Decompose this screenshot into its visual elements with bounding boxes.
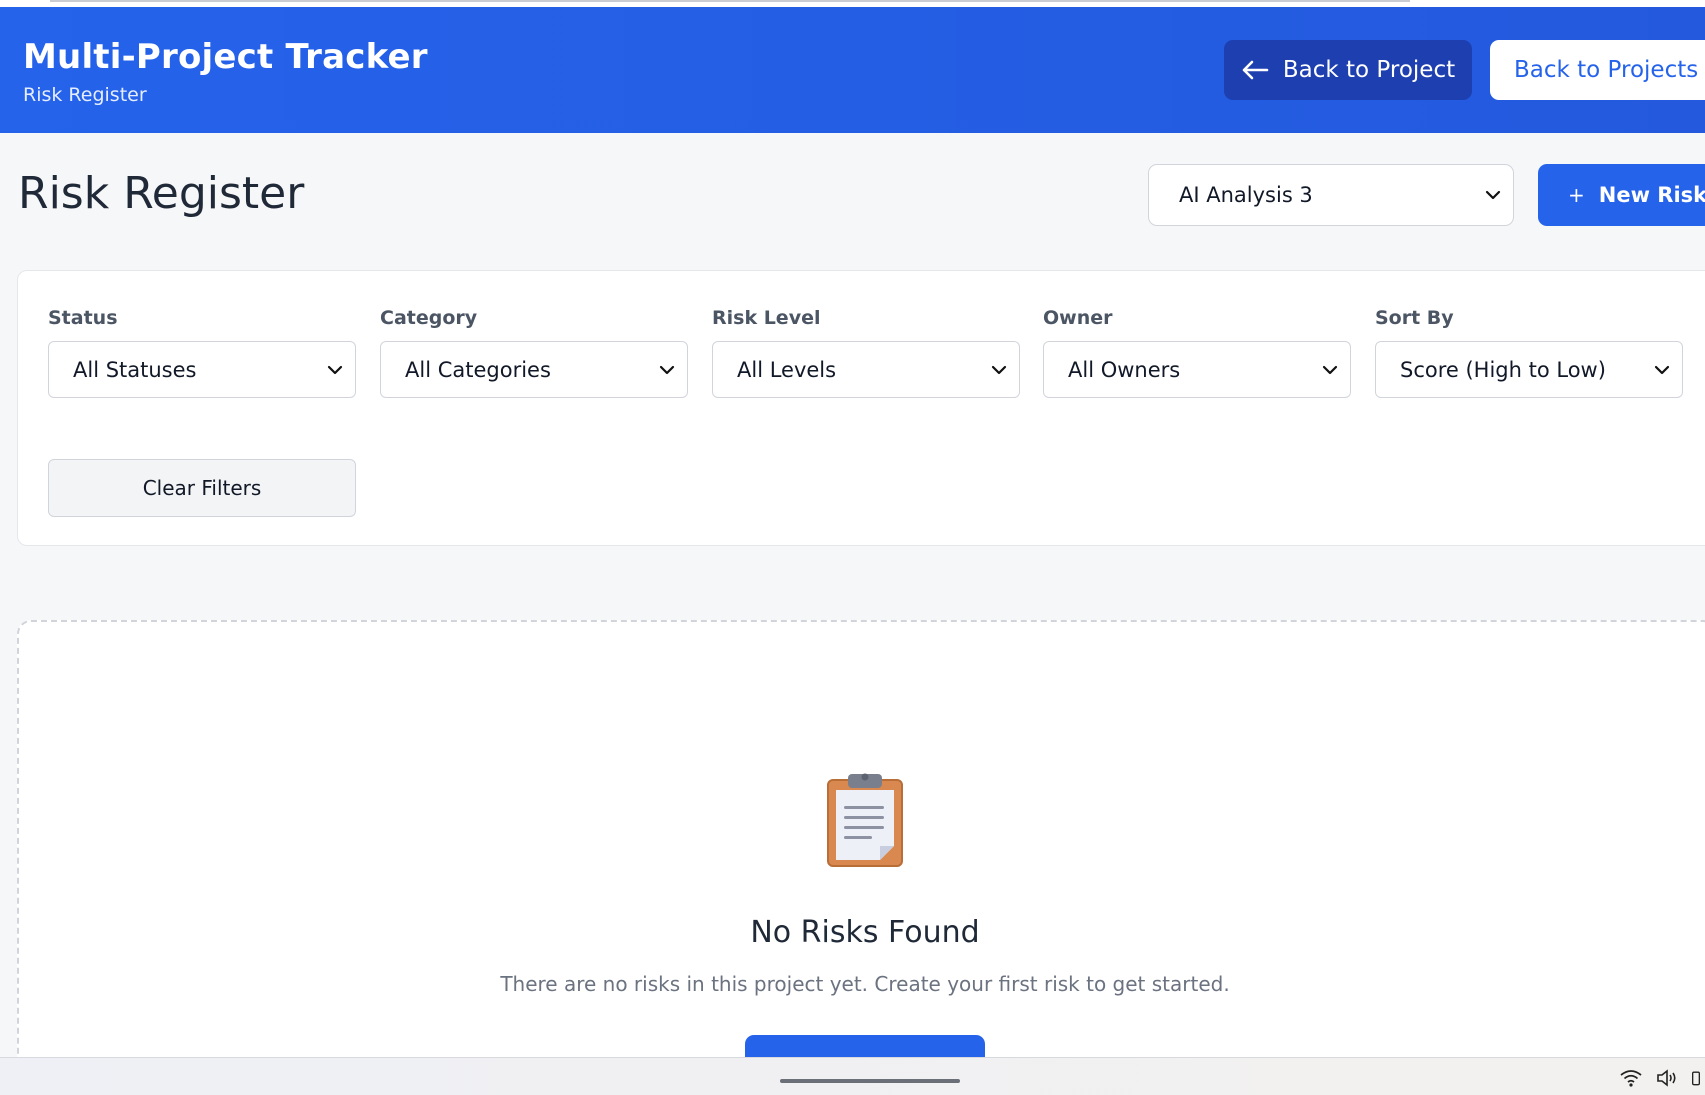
speaker-icon[interactable] [1655, 1068, 1679, 1088]
owner-filter: Owner All Owners [1043, 307, 1351, 398]
category-select-value: All Categories [405, 357, 551, 382]
sort-by-filter: Sort By Score (High to Low) [1375, 307, 1683, 398]
category-select[interactable]: All Categories [380, 341, 688, 398]
browser-top-edge [0, 0, 1705, 7]
arrow-left-icon [1242, 60, 1269, 80]
risk-level-select[interactable]: All Levels [712, 341, 1020, 398]
chevron-down-icon [327, 365, 343, 374]
chevron-down-icon [659, 365, 675, 374]
plus-icon: + [1568, 183, 1585, 207]
os-taskbar [0, 1057, 1705, 1095]
battery-icon[interactable] [1691, 1068, 1701, 1088]
category-filter-label: Category [380, 307, 478, 329]
chevron-down-icon [1654, 365, 1670, 374]
category-filter: Category All Categories [380, 307, 688, 398]
owner-select-value: All Owners [1068, 357, 1181, 382]
back-to-project-button[interactable]: Back to Project [1224, 40, 1472, 100]
empty-state-title: No Risks Found [750, 915, 980, 950]
new-risk-button[interactable]: + New Risk [1538, 164, 1705, 226]
sort-by-filter-label: Sort By [1375, 307, 1454, 329]
status-filter: Status All Statuses [48, 307, 356, 398]
wifi-icon[interactable] [1619, 1068, 1643, 1088]
home-indicator[interactable] [780, 1079, 960, 1083]
project-select[interactable]: AI Analysis 3 [1148, 164, 1514, 226]
back-to-projects-label: Back to Projects [1514, 57, 1699, 83]
status-select[interactable]: All Statuses [48, 341, 356, 398]
back-to-project-label: Back to Project [1282, 57, 1456, 83]
risk-level-filter-label: Risk Level [712, 307, 821, 329]
owner-filter-label: Owner [1043, 307, 1113, 329]
risk-level-filter: Risk Level All Levels [712, 307, 1020, 398]
status-filter-label: Status [48, 307, 118, 329]
new-risk-label: New Risk [1598, 183, 1705, 207]
risk-level-select-value: All Levels [737, 357, 837, 382]
owner-select[interactable]: All Owners [1043, 341, 1351, 398]
system-tray [1619, 1068, 1701, 1088]
clipboard-icon [827, 773, 903, 867]
sort-by-select-value: Score (High to Low) [1400, 357, 1606, 382]
app-header: Multi-Project Tracker Risk Register Back… [0, 7, 1705, 133]
clear-filters-button[interactable]: Clear Filters [48, 459, 356, 517]
back-to-projects-button[interactable]: Back to Projects [1490, 40, 1705, 100]
app-title: Multi-Project Tracker [23, 37, 428, 77]
project-select-value: AI Analysis 3 [1179, 183, 1313, 207]
chevron-down-icon [991, 365, 1007, 374]
chevron-down-icon [1485, 190, 1501, 200]
filters-panel: Status All Statuses Category All Categor… [17, 270, 1705, 546]
app-subtitle: Risk Register [23, 84, 147, 106]
sort-by-select[interactable]: Score (High to Low) [1375, 341, 1683, 398]
status-select-value: All Statuses [73, 357, 197, 382]
page-title: Risk Register [18, 168, 305, 219]
chevron-down-icon [1322, 365, 1338, 374]
empty-state-text: There are no risks in this project yet. … [500, 972, 1230, 996]
